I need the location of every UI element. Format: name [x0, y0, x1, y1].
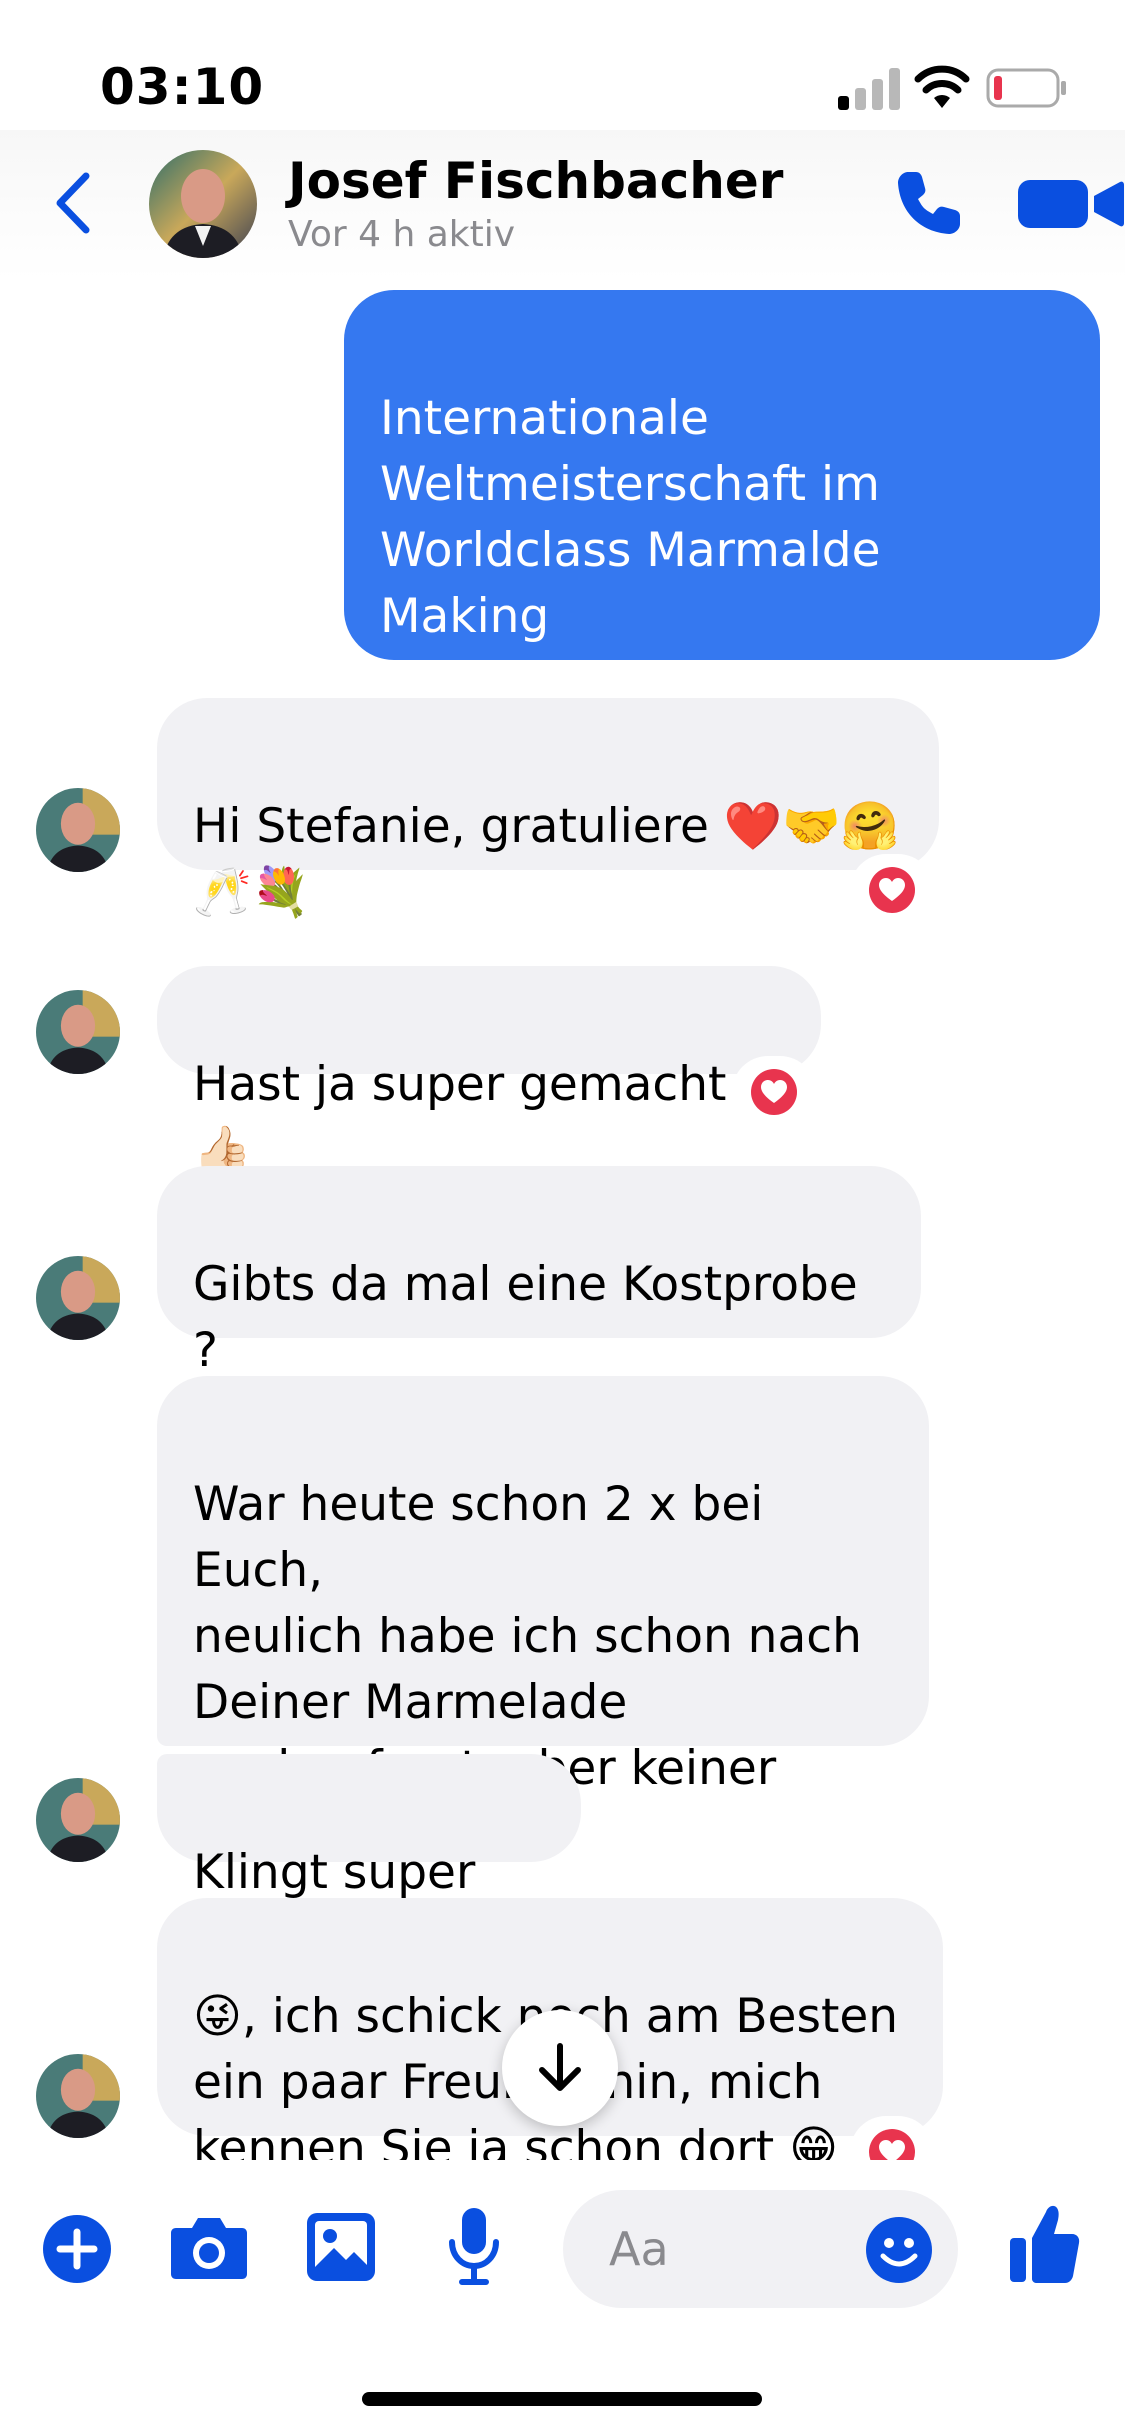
heart-reaction[interactable]: [736, 1060, 812, 1124]
arrow-down-icon: [539, 2043, 581, 2091]
home-indicator: [362, 2392, 762, 2406]
message-text: Hi Stefanie, gratuliere ❤️🤝🤗 🥂💐: [193, 799, 900, 920]
heart-reaction[interactable]: [854, 858, 930, 922]
contact-avatar[interactable]: [149, 150, 257, 258]
thumbs-up-icon[interactable]: [1008, 2200, 1080, 2286]
message-input-placeholder: Aa: [609, 2222, 669, 2276]
received-message-bubble[interactable]: Klingt super 👍🏻: [157, 1754, 581, 1966]
sender-avatar[interactable]: [36, 2054, 120, 2138]
plus-icon[interactable]: [42, 2214, 112, 2284]
contact-active-status: Vor 4 h aktiv: [288, 214, 516, 255]
sender-avatar[interactable]: [36, 1256, 120, 1340]
status-bar: 03:10: [0, 0, 1125, 150]
scroll-to-bottom-button[interactable]: [502, 2010, 618, 2126]
sender-avatar[interactable]: [36, 990, 120, 1074]
message-list[interactable]: Internationale Weltmeisterschaft im Worl…: [0, 280, 1125, 2160]
heart-icon: [869, 867, 915, 913]
phone-icon[interactable]: [894, 168, 964, 238]
camera-icon[interactable]: [170, 2214, 248, 2280]
image-icon[interactable]: [306, 2212, 376, 2282]
video-camera-icon[interactable]: [1018, 176, 1125, 232]
contact-name[interactable]: Josef Fischbacher: [288, 152, 783, 210]
smiley-icon[interactable]: [865, 2216, 933, 2284]
back-chevron-icon[interactable]: [50, 168, 96, 238]
microphone-icon[interactable]: [446, 2206, 502, 2286]
heart-icon: [751, 1069, 797, 1115]
status-time: 03:10: [100, 58, 265, 116]
wifi-icon: [914, 65, 970, 108]
sender-avatar[interactable]: [36, 1778, 120, 1862]
received-message-bubble[interactable]: Gibts da mal eine Kostprobe ? 😄: [157, 1166, 921, 1444]
sender-avatar[interactable]: [36, 788, 120, 872]
cellular-signal-icon: [838, 68, 900, 110]
battery-low-icon: [986, 68, 1066, 108]
received-message-bubble[interactable]: Hast ja super gemacht 👍🏻: [157, 966, 821, 1178]
message-input[interactable]: Aa: [563, 2190, 958, 2308]
heart-icon: [869, 2129, 915, 2160]
sent-message-bubble[interactable]: Internationale Weltmeisterschaft im Worl…: [344, 290, 1100, 776]
received-message-bubble[interactable]: War heute schon 2 x bei Euch, neulich ha…: [157, 1376, 929, 1862]
received-message-bubble[interactable]: Hi Stefanie, gratuliere ❤️🤝🤗 🥂💐: [157, 698, 939, 920]
message-text: Hast ja super gemacht 👍🏻: [193, 1057, 727, 1178]
